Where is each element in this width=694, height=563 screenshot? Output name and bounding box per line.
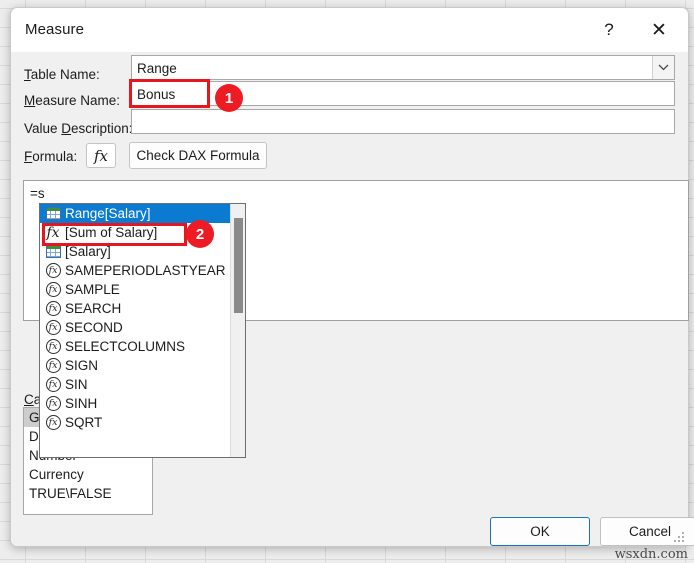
table-icon bbox=[44, 244, 62, 259]
function-fx-icon: fx bbox=[44, 263, 62, 278]
value-description-label: Value Description: bbox=[24, 121, 133, 136]
table-name-value: Range bbox=[137, 61, 177, 76]
resize-grip-dot bbox=[674, 540, 676, 542]
autocomplete-item-label: [Sum of Salary] bbox=[65, 225, 158, 240]
category-item[interactable]: TRUE\FALSE bbox=[24, 484, 152, 503]
callout-badge-1: 1 bbox=[215, 84, 243, 112]
autocomplete-item-label: SQRT bbox=[65, 415, 103, 430]
autocomplete-item-label: [Salary] bbox=[65, 244, 111, 259]
fx-icon-button[interactable]: fx bbox=[86, 143, 116, 168]
autocomplete-list[interactable]: Range[Salary] fx [Sum of Salary] [Salary] fx… bbox=[40, 204, 245, 432]
function-fx-icon: fx bbox=[44, 358, 62, 373]
autocomplete-scrollbar[interactable] bbox=[230, 204, 245, 457]
autocomplete-item[interactable]: fx SAMPLE bbox=[40, 280, 245, 299]
autocomplete-item[interactable]: [Salary] bbox=[40, 242, 245, 261]
resize-grip[interactable] bbox=[673, 531, 685, 543]
function-fx-icon: fx bbox=[44, 282, 62, 297]
autocomplete-item-label: SIN bbox=[65, 377, 88, 392]
autocomplete-item-label: SINH bbox=[65, 396, 98, 411]
autocomplete-item[interactable]: fx [Sum of Salary] bbox=[40, 223, 245, 242]
autocomplete-item[interactable]: fx SEARCH bbox=[40, 299, 245, 318]
formula-label: Formula: bbox=[24, 149, 78, 164]
function-fx-icon: fx bbox=[44, 415, 62, 430]
measure-name-input[interactable]: Bonus bbox=[131, 81, 675, 106]
resize-grip-dot bbox=[682, 540, 684, 542]
measure-name-value: Bonus bbox=[137, 87, 176, 102]
autocomplete-scrollbar-thumb[interactable] bbox=[234, 218, 243, 313]
resize-grip-dot bbox=[682, 532, 684, 534]
check-dax-formula-button[interactable]: Check DAX Formula bbox=[129, 142, 267, 169]
dialog-title: Measure bbox=[25, 21, 85, 38]
autocomplete-item[interactable]: fx SQRT bbox=[40, 413, 245, 432]
autocomplete-popup[interactable]: Range[Salary] fx [Sum of Salary] [Salary] fx… bbox=[39, 203, 246, 458]
close-icon[interactable]: ✕ bbox=[636, 8, 682, 52]
question-mark-icon[interactable]: ? bbox=[586, 8, 632, 52]
autocomplete-item-label: SELECTCOLUMNS bbox=[65, 339, 186, 354]
function-fx-icon: fx bbox=[44, 301, 62, 316]
autocomplete-item[interactable]: fx SECOND bbox=[40, 318, 245, 337]
autocomplete-item[interactable]: fx SELECTCOLUMNS bbox=[40, 337, 245, 356]
measure-dialog: Measure ? ✕ Table Name: Range Measure Na… bbox=[10, 7, 694, 547]
category-item[interactable]: Currency bbox=[24, 465, 152, 484]
formula-value: =s bbox=[30, 186, 45, 201]
ok-button[interactable]: OK bbox=[490, 517, 590, 546]
table-name-select[interactable]: Range bbox=[131, 55, 675, 80]
function-fx-icon: fx bbox=[44, 320, 62, 335]
autocomplete-item-label: Range[Salary] bbox=[65, 206, 151, 221]
watermark: wsxdn.com bbox=[614, 547, 688, 562]
table-icon bbox=[44, 206, 62, 221]
function-fx-icon: fx bbox=[44, 396, 62, 411]
dialog-titlebar: Measure ? ✕ bbox=[11, 8, 688, 52]
autocomplete-item-label: SEARCH bbox=[65, 301, 122, 316]
function-fx-icon: fx bbox=[44, 377, 62, 392]
resize-grip-dot bbox=[678, 540, 680, 542]
function-fx-icon: fx bbox=[44, 339, 62, 354]
autocomplete-item[interactable]: Range[Salary] bbox=[40, 204, 245, 223]
resize-grip-dot bbox=[678, 536, 680, 538]
value-description-input[interactable] bbox=[131, 109, 675, 134]
autocomplete-item-label: SIGN bbox=[65, 358, 99, 373]
autocomplete-item[interactable]: fx SINH bbox=[40, 394, 245, 413]
autocomplete-item[interactable]: fx SIGN bbox=[40, 356, 245, 375]
sheet-gridline-horizontal bbox=[0, 559, 694, 560]
table-name-label: Table Name: bbox=[24, 67, 100, 82]
autocomplete-item-label: SECOND bbox=[65, 320, 123, 335]
callout-badge-2: 2 bbox=[186, 220, 214, 248]
chevron-down-icon[interactable] bbox=[652, 56, 674, 79]
autocomplete-item-label: SAMEPERIODLASTYEAR bbox=[65, 263, 226, 278]
measure-fx-icon: fx bbox=[46, 224, 60, 241]
autocomplete-item[interactable]: fx SIN bbox=[40, 375, 245, 394]
resize-grip-dot bbox=[682, 536, 684, 538]
autocomplete-item[interactable]: fx SAMEPERIODLASTYEAR bbox=[40, 261, 245, 280]
measure-name-label: Measure Name: bbox=[24, 93, 121, 108]
autocomplete-item-label: SAMPLE bbox=[65, 282, 120, 297]
